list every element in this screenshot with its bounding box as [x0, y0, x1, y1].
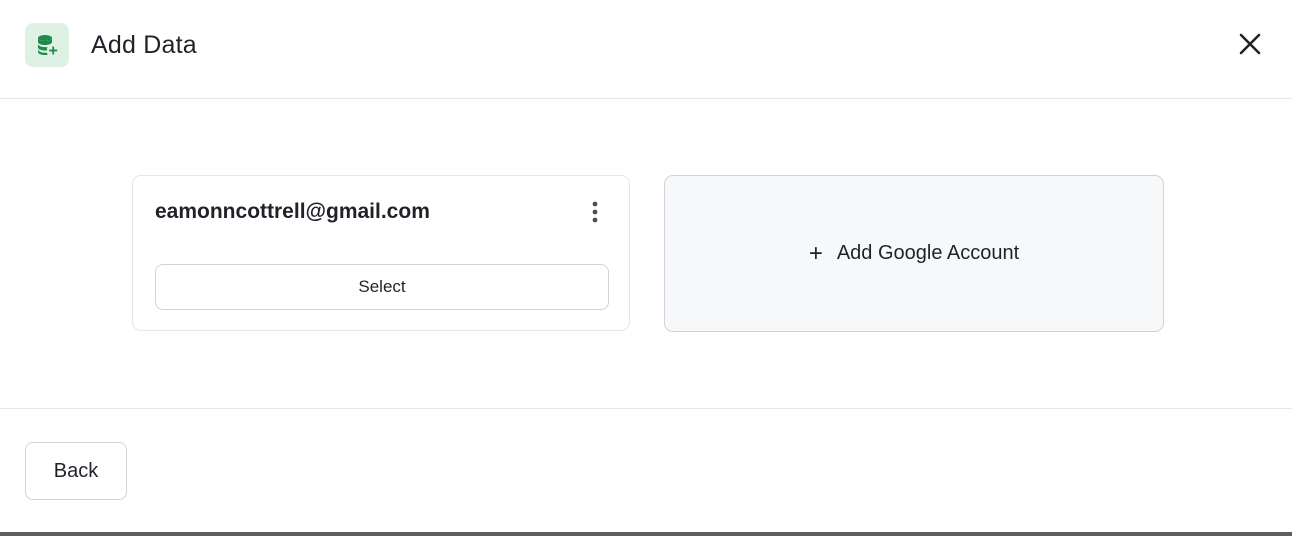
dialog-footer: Back — [0, 408, 1292, 532]
add-google-account-button[interactable]: + Add Google Account — [664, 175, 1164, 332]
account-card: eamonncottrell@gmail.com Select — [132, 175, 630, 331]
more-vertical-icon — [592, 201, 598, 223]
add-data-dialog: Add Data eamonncottrell@gmail.com Select… — [0, 0, 1292, 536]
account-email: eamonncottrell@gmail.com — [155, 200, 430, 223]
dialog-content: eamonncottrell@gmail.com Select + Add Go… — [0, 100, 1292, 408]
add-google-account-label: Add Google Account — [836, 242, 1020, 264]
close-button[interactable] — [1232, 26, 1268, 62]
plus-icon: + — [808, 239, 823, 267]
dialog-header: Add Data — [0, 0, 1292, 99]
dialog-title: Add Data — [91, 31, 197, 59]
select-button[interactable]: Select — [155, 264, 609, 310]
bottom-divider — [0, 532, 1292, 536]
back-button[interactable]: Back — [25, 442, 127, 500]
database-add-icon — [25, 23, 69, 67]
account-menu-button[interactable] — [583, 198, 607, 226]
close-icon — [1239, 33, 1261, 55]
